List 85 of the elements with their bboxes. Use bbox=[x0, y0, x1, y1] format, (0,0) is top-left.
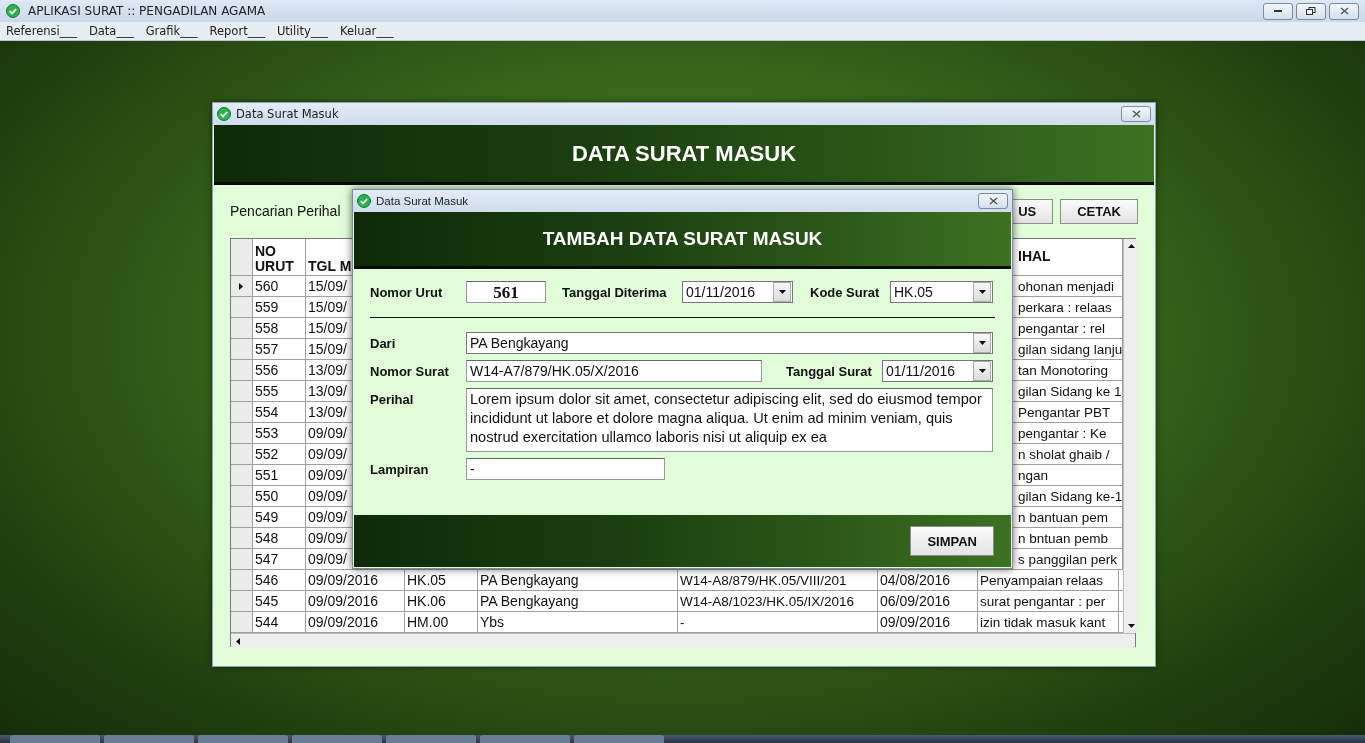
field-label: Kode Surat bbox=[810, 284, 881, 300]
table-cell: 558 bbox=[253, 318, 306, 338]
column-header[interactable]: NO URUT bbox=[253, 239, 306, 275]
table-cell: 553 bbox=[253, 423, 306, 443]
page-heading: DATA SURAT MASUK bbox=[571, 140, 797, 167]
date-dropdown[interactable]: 01/11/2016 bbox=[682, 281, 793, 303]
current-row-icon bbox=[237, 281, 246, 291]
subject-field[interactable]: Lorem ipsum dolor sit amet, consectetur adipiscing elit, sed do eiusmod tempor incididunt ut labore et dolore magna aliqua. Ut enim ad minim veniam, quis nostrud exercitation ullamco laboris nisi ut aliquip ex ea bbox=[466, 388, 993, 452]
field-label: Tanggal Surat bbox=[786, 363, 873, 379]
menu-item[interactable]: Data___ bbox=[88, 24, 134, 38]
table-cell: 549 bbox=[253, 507, 306, 527]
app-title: APLIKASI SURAT :: PENGADILAN AGAMA bbox=[28, 4, 267, 18]
minimize-button[interactable] bbox=[1263, 2, 1293, 20]
table-cell: 552 bbox=[253, 444, 306, 464]
restore-icon bbox=[1306, 7, 1316, 15]
sender-dropdown[interactable]: PA Bengkayang bbox=[466, 332, 993, 354]
table-cell: 09/09/2016 bbox=[306, 591, 405, 611]
menu-item[interactable]: Utility___ bbox=[276, 24, 328, 38]
scroll-up-icon bbox=[1126, 241, 1136, 251]
number-field[interactable]: 561 bbox=[466, 281, 546, 303]
toolbar-button[interactable]: CETAK bbox=[1060, 198, 1138, 224]
table-cell: 556 bbox=[253, 360, 306, 380]
table-cell: 544 bbox=[253, 612, 306, 632]
table-cell: Ybs bbox=[478, 612, 678, 632]
table-cell: PA Bengkayang bbox=[478, 570, 678, 590]
table-cell: izin tidak masuk kant bbox=[978, 612, 1119, 632]
table-cell: HM.00 bbox=[405, 612, 478, 632]
menu-item[interactable]: Referensi___ bbox=[6, 24, 77, 38]
scroll-left-icon bbox=[233, 636, 243, 646]
table-cell: 548 bbox=[253, 528, 306, 548]
table-cell: HK.05 bbox=[405, 570, 478, 590]
table-cell: 545 bbox=[253, 591, 306, 611]
close-button[interactable] bbox=[1121, 106, 1151, 122]
table-cell: 09/09/2016 bbox=[306, 612, 405, 632]
window-title: Data Surat Masuk bbox=[236, 107, 340, 121]
table-cell: 04/08/2016 bbox=[878, 570, 978, 590]
close-icon bbox=[988, 197, 998, 205]
close-button[interactable] bbox=[978, 193, 1008, 209]
table-cell: 09/09/2016 bbox=[306, 570, 405, 590]
horizontal-scrollbar[interactable] bbox=[231, 633, 1135, 648]
attachment-field[interactable]: - bbox=[466, 458, 665, 480]
row-indicator[interactable] bbox=[231, 276, 253, 296]
check-icon bbox=[6, 4, 20, 18]
table-cell: surat pengantar : per bbox=[978, 591, 1119, 611]
dialog-title: Data Surat Masuk bbox=[376, 195, 470, 207]
caret-icon bbox=[977, 338, 987, 348]
check-icon bbox=[357, 194, 371, 208]
table-cell: PA Bengkayang bbox=[478, 591, 678, 611]
close-button[interactable] bbox=[1329, 2, 1359, 20]
close-icon bbox=[1131, 110, 1141, 118]
table-cell: 554 bbox=[253, 402, 306, 422]
restore-button[interactable] bbox=[1296, 2, 1326, 20]
table-cell: HK.06 bbox=[405, 591, 478, 611]
check-icon bbox=[217, 107, 231, 121]
table-cell: 559 bbox=[253, 297, 306, 317]
table-cell: 546 bbox=[253, 570, 306, 590]
table-cell: 551 bbox=[253, 465, 306, 485]
menu-item[interactable]: Keluar___ bbox=[339, 24, 394, 38]
table-cell: 09/09/2016 bbox=[878, 612, 978, 632]
table-cell: 557 bbox=[253, 339, 306, 359]
dialog-heading: TAMBAH DATA SURAT MASUK bbox=[542, 228, 823, 250]
table-cell: 550 bbox=[253, 486, 306, 506]
table-cell: 06/09/2016 bbox=[878, 591, 978, 611]
caret-icon bbox=[977, 287, 987, 297]
table-cell: W14-A8/879/HK.05/VIII/201 bbox=[678, 570, 878, 590]
minimize-icon bbox=[1274, 9, 1282, 13]
save-button[interactable]: SIMPAN bbox=[910, 526, 994, 556]
menu-item[interactable]: Grafik___ bbox=[145, 24, 198, 38]
search-label: Pencarian Perihal bbox=[230, 203, 342, 219]
scroll-down-icon bbox=[1126, 621, 1136, 631]
close-icon bbox=[1339, 7, 1349, 15]
table-cell: 547 bbox=[253, 549, 306, 569]
code-dropdown[interactable]: HK.05 bbox=[890, 281, 993, 303]
caret-icon bbox=[977, 366, 987, 376]
caret-icon bbox=[777, 287, 787, 297]
table-cell: 560 bbox=[253, 276, 306, 296]
table-cell: Penyampaian relaas bbox=[978, 570, 1119, 590]
table-cell: W14-A8/1023/HK.05/IX/2016 bbox=[678, 591, 878, 611]
table-cell: - bbox=[678, 612, 878, 632]
field-label: Tanggal Diterima bbox=[562, 284, 668, 300]
date-dropdown[interactable]: 01/11/2016 bbox=[882, 360, 993, 382]
table-cell: 555 bbox=[253, 381, 306, 401]
letter-number-field[interactable]: W14-A7/879/HK.05/X/2016 bbox=[466, 360, 762, 382]
vertical-scrollbar[interactable] bbox=[1123, 239, 1138, 633]
menu-item[interactable]: Report___ bbox=[209, 24, 265, 38]
